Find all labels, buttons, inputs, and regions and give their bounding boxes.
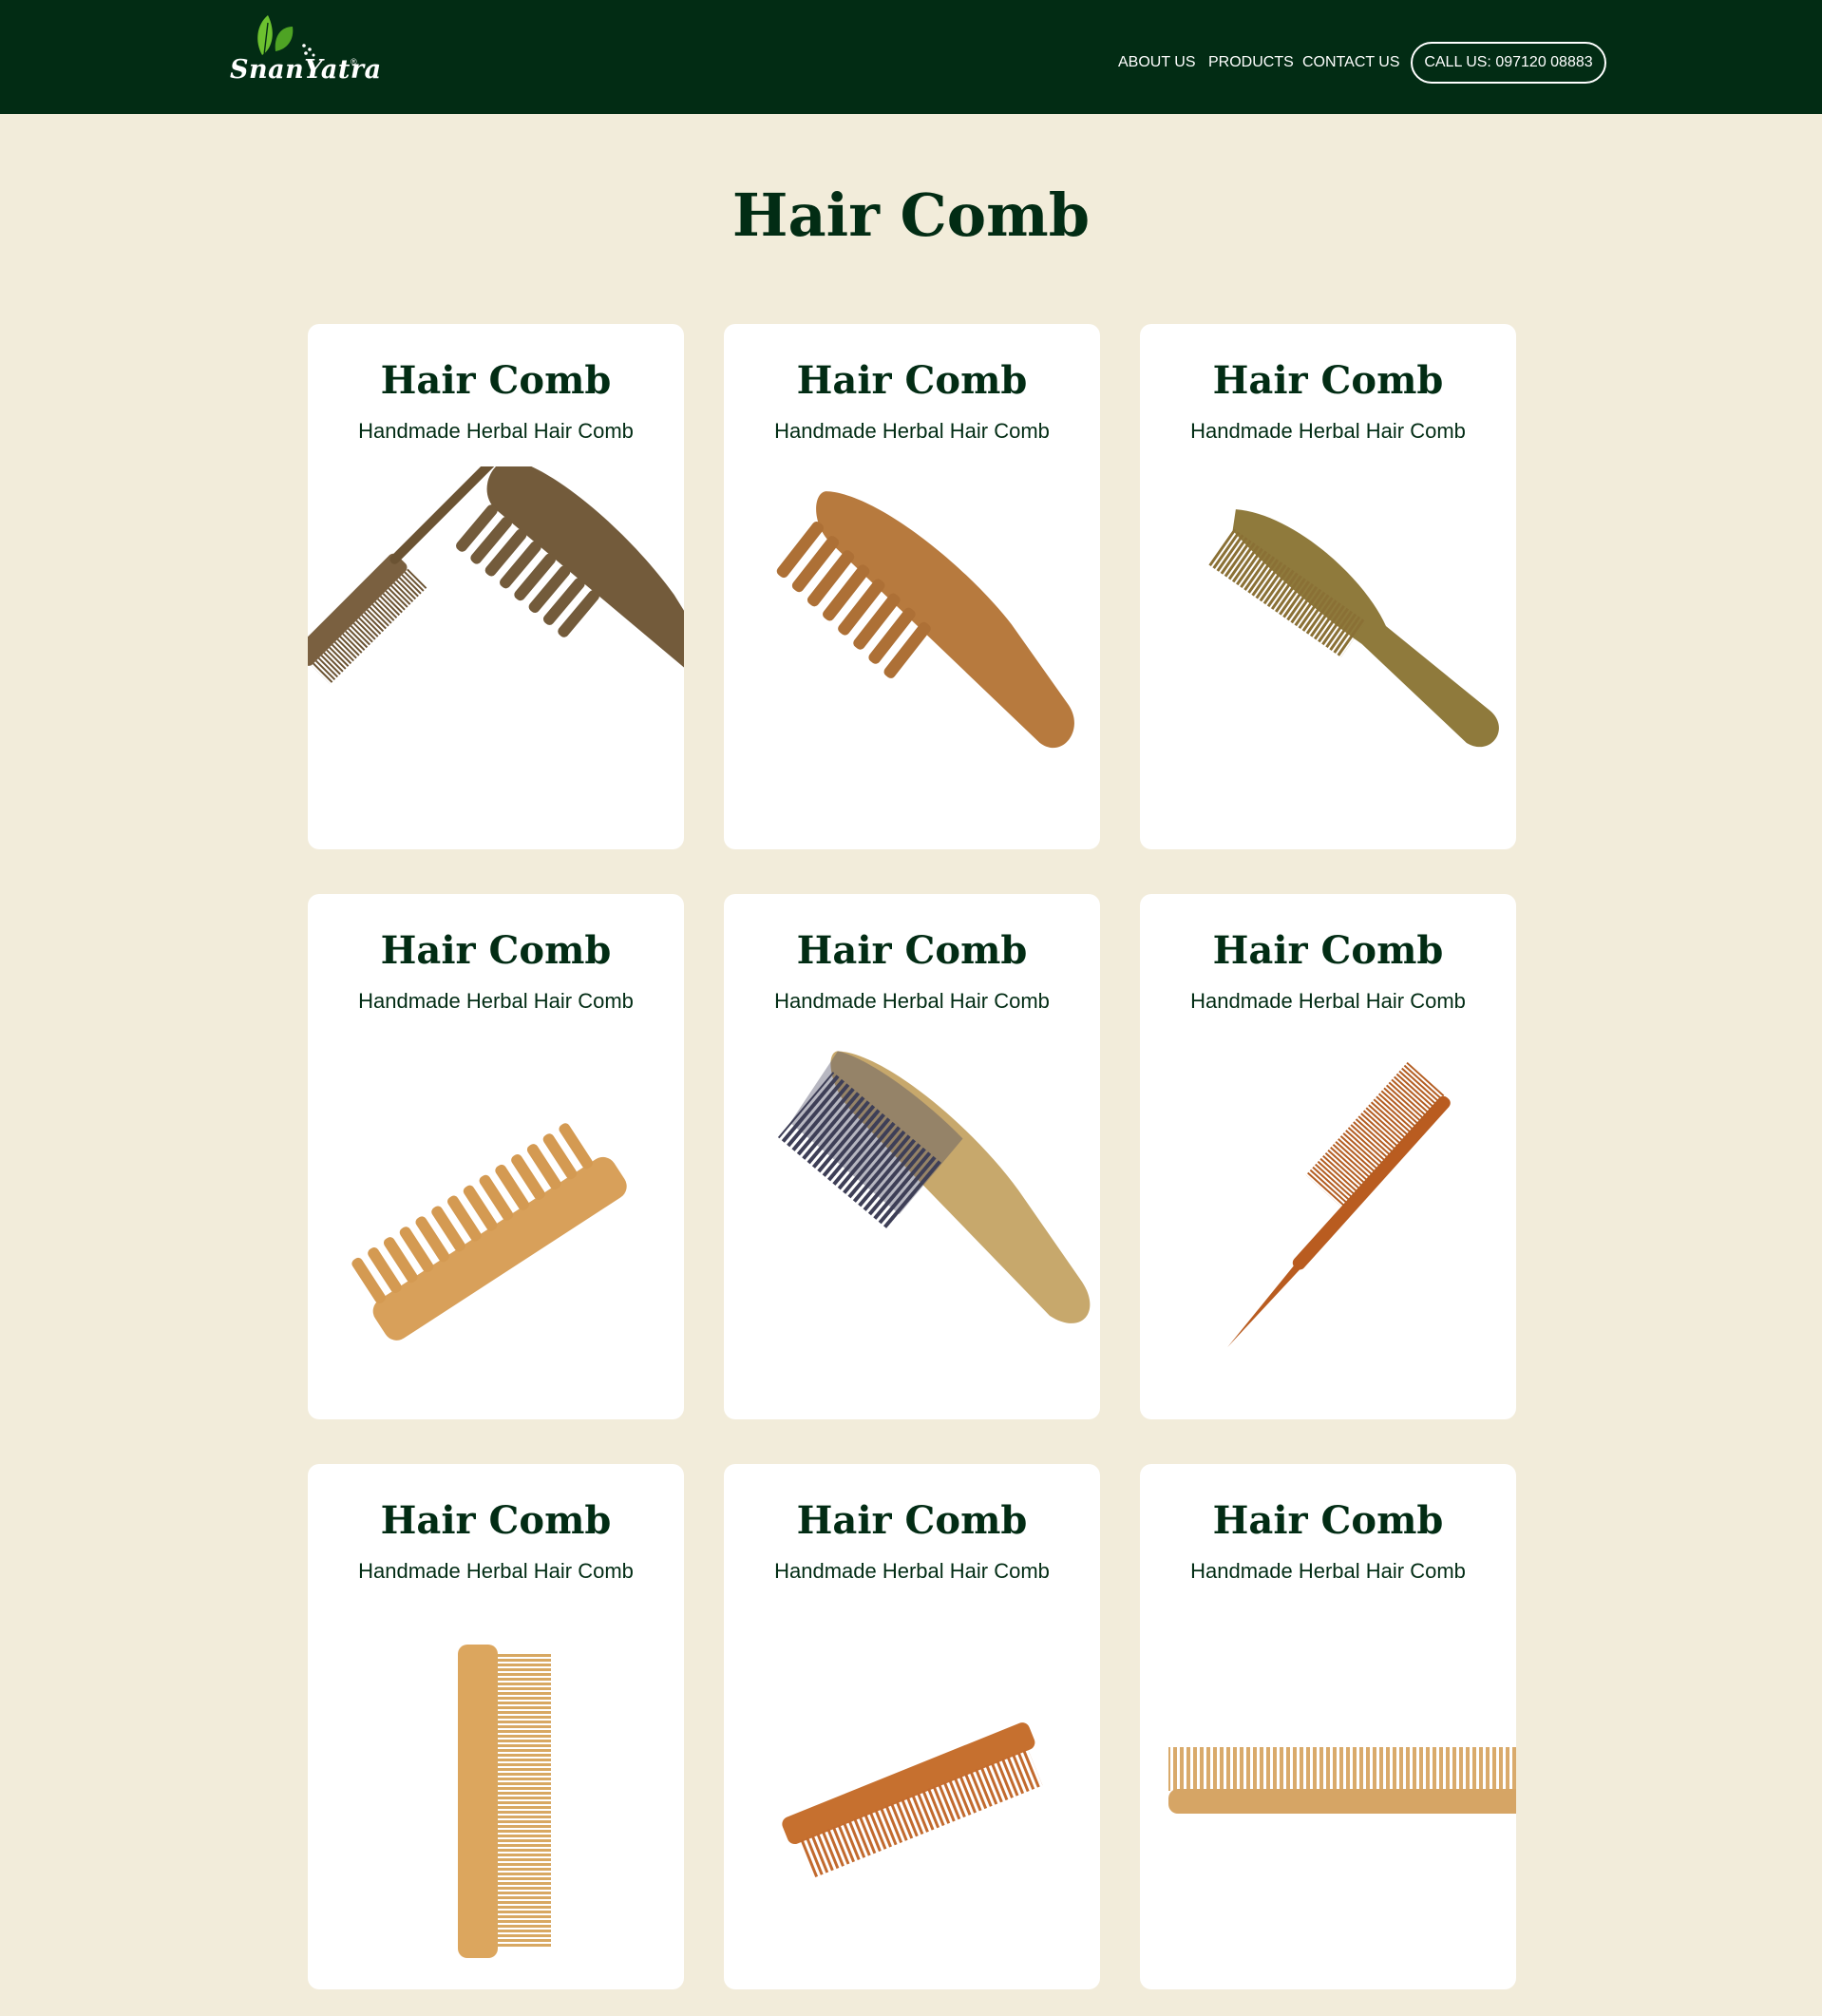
product-title: Hair Comb <box>1212 358 1444 403</box>
product-title: Hair Comb <box>380 358 612 403</box>
page-title: Hair Comb <box>731 181 1091 250</box>
product-card[interactable]: Hair Comb Handmade Herbal Hair Comb <box>308 324 684 849</box>
product-subtitle: Handmade Herbal Hair Comb <box>358 1559 634 1583</box>
nav-products[interactable]: PRODUCTS <box>1208 40 1294 86</box>
flat-pocket-comb-icon <box>1168 1747 1516 1814</box>
nav-contact-us[interactable]: CONTACT US <box>1302 40 1400 86</box>
product-subtitle: Handmade Herbal Hair Comb <box>1190 1559 1466 1583</box>
product-title: Hair Comb <box>380 928 612 973</box>
vertical-pocket-comb-icon <box>458 1645 551 1958</box>
neem-wide-comb-icon <box>351 1123 627 1341</box>
product-card[interactable]: Hair Comb Handmade Herbal Hair Comb <box>308 894 684 1419</box>
product-card[interactable]: Hair Comb Handmade Herbal Hair Comb <box>1140 1464 1516 1989</box>
product-title: Hair Comb <box>1212 928 1444 973</box>
registered-mark: ® <box>351 57 357 67</box>
product-subtitle: Handmade Herbal Hair Comb <box>358 419 634 443</box>
product-subtitle: Handmade Herbal Hair Comb <box>358 989 634 1013</box>
nav-about-us[interactable]: ABOUT US <box>1118 40 1196 86</box>
product-title: Hair Comb <box>1212 1498 1444 1543</box>
horn-wood-comb-icon <box>777 1051 1091 1323</box>
tilted-pocket-comb-icon <box>782 1722 1043 1878</box>
product-subtitle: Handmade Herbal Hair Comb <box>774 419 1050 443</box>
product-card[interactable]: Hair Comb Handmade Herbal Hair Comb <box>724 894 1100 1419</box>
product-title: Hair Comb <box>796 358 1028 403</box>
fine-tooth-handle-comb-icon <box>1208 509 1499 748</box>
product-title: Hair Comb <box>380 1498 612 1543</box>
product-title: Hair Comb <box>796 928 1028 973</box>
product-card[interactable]: Hair Comb Handmade Herbal Hair Comb <box>724 1464 1100 1989</box>
brand-logo[interactable]: SnanYatra ® <box>226 13 381 91</box>
product-card[interactable]: Hair Comb Handmade Herbal Hair Comb <box>1140 324 1516 849</box>
site-header: SnanYatra ® ABOUT US PRODUCTS CONTACT US… <box>0 0 1822 114</box>
brand-name: SnanYatra <box>230 55 382 85</box>
double-wood-comb-icon <box>308 466 684 685</box>
product-title: Hair Comb <box>796 1498 1028 1543</box>
tail-comb-icon <box>1227 1061 1451 1348</box>
product-card[interactable]: Hair Comb Handmade Herbal Hair Comb <box>724 324 1100 849</box>
product-card[interactable]: Hair Comb Handmade Herbal Hair Comb <box>1140 894 1516 1419</box>
product-subtitle: Handmade Herbal Hair Comb <box>1190 419 1466 443</box>
product-subtitle: Handmade Herbal Hair Comb <box>774 1559 1050 1583</box>
product-subtitle: Handmade Herbal Hair Comb <box>1190 989 1466 1013</box>
wide-tooth-comb-icon <box>776 491 1074 749</box>
product-subtitle: Handmade Herbal Hair Comb <box>774 989 1050 1013</box>
product-card[interactable]: Hair Comb Handmade Herbal Hair Comb <box>308 1464 684 1989</box>
call-us-button[interactable]: CALL US: 097120 08883 <box>1411 42 1606 84</box>
